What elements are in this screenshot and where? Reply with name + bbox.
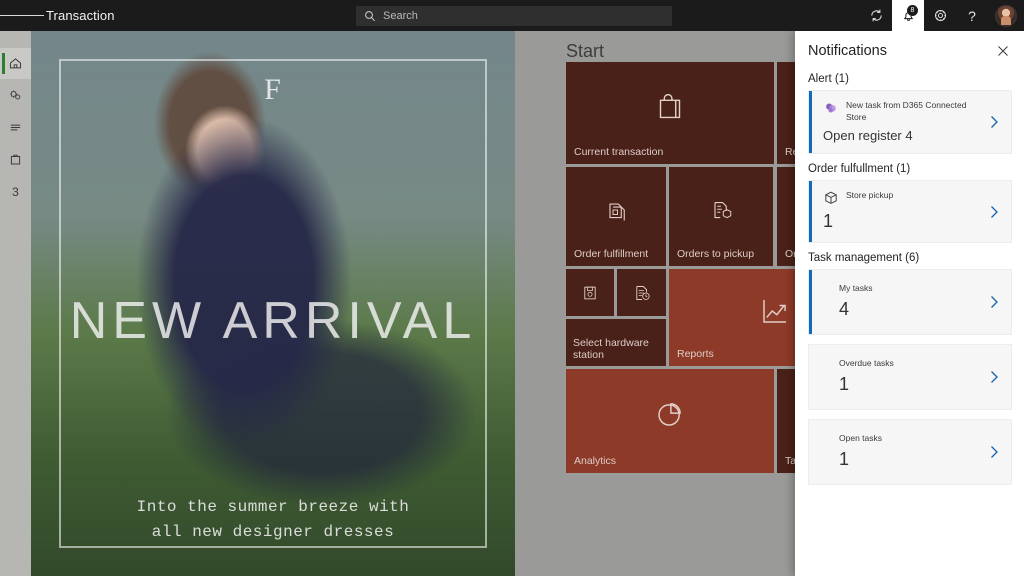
settings-gears-icon [8, 88, 23, 103]
notifications-body: Alert (1) New task from D365 Connected S… [795, 73, 1024, 502]
promo-subtitle: Into the summer breeze with all new desi… [61, 495, 485, 545]
help-button[interactable]: ? [956, 0, 988, 31]
notifications-badge: 8 [907, 5, 918, 16]
count-badge: 3 [12, 184, 19, 199]
package-box-icon [823, 190, 839, 206]
settings-button[interactable] [924, 0, 956, 31]
gear-icon [933, 8, 948, 23]
tile-current-transaction[interactable]: Current transaction [566, 62, 774, 164]
notification-card-my-tasks[interactable]: My tasks 4 [808, 269, 1012, 335]
avatar [995, 4, 1017, 27]
chevron-right-icon[interactable] [986, 444, 1002, 460]
notification-card-overdue-tasks[interactable]: Overdue tasks 1 [808, 344, 1012, 410]
top-bar-actions: 8 ? [860, 0, 1024, 31]
pie-chart-icon [566, 369, 774, 459]
card-subtitle: New task from D365 Connected Store [846, 100, 967, 122]
shopping-bag-icon [566, 62, 774, 150]
notifications-header: Notifications [795, 31, 1024, 65]
card-value: Open register 4 [823, 128, 913, 143]
search-icon [364, 10, 376, 22]
document-package-icon [669, 167, 773, 252]
refresh-button[interactable] [860, 0, 892, 31]
tile-order-fulfillment[interactable]: Order fulfillment [566, 167, 666, 266]
left-navigation-rail: 3 [0, 31, 31, 576]
rail-item-home[interactable] [0, 48, 31, 79]
refresh-icon [869, 8, 884, 23]
rail-item-operations[interactable] [0, 80, 31, 111]
rail-item-inventory[interactable] [0, 144, 31, 175]
group-title-alert: Alert (1) [808, 73, 849, 85]
card-head: Store pickup [823, 189, 981, 206]
tile-time-registration[interactable] [617, 269, 666, 316]
search-input[interactable] [383, 10, 664, 22]
rail-item-lists[interactable] [0, 112, 31, 143]
promotional-banner: F NEW ARRIVAL Into the summer breeze wit… [31, 31, 515, 576]
tile-label: Current transaction [574, 146, 664, 158]
hamburger-icon[interactable] [0, 0, 45, 31]
promo-subtitle-line2: all new designer dresses [151, 523, 395, 541]
cash-drawer-icon [566, 269, 614, 316]
search-box[interactable] [356, 6, 672, 26]
card-subtitle: Store pickup [846, 190, 894, 200]
tile-cash-drawer[interactable] [566, 269, 614, 316]
chevron-right-icon[interactable] [986, 114, 1002, 130]
chevron-right-icon[interactable] [986, 294, 1002, 310]
chevron-right-icon[interactable] [986, 369, 1002, 385]
d365-connected-store-icon [823, 100, 839, 116]
tile-label: Reports [677, 348, 714, 360]
chevron-right-icon[interactable] [986, 204, 1002, 220]
list-lines-icon [8, 120, 23, 135]
rail-item-count[interactable]: 3 [0, 176, 31, 207]
pos-application: Transaction Search 8 ? 3 F NEW ARRIVAL I… [0, 0, 1024, 576]
promo-subtitle-line1: Into the summer breeze with [136, 498, 410, 516]
brand-logo: F [264, 73, 282, 106]
top-bar: Transaction Search 8 ? [0, 0, 1024, 31]
notifications-button[interactable]: 8 [892, 0, 924, 31]
page-title: Transaction [46, 8, 115, 23]
group-title-order-fulfillment: Order fulfullment (1) [808, 163, 911, 175]
document-copy-icon [566, 167, 666, 252]
card-head: New task from D365 Connected Store [823, 99, 981, 123]
tile-label: Analytics [574, 455, 617, 467]
card-value: 1 [839, 374, 850, 394]
group-title-task-management: Task management (6) [808, 252, 920, 264]
document-clock-icon [617, 269, 666, 316]
tile-select-hardware-station[interactable]: Select hardware station [566, 319, 666, 366]
tile-analytics[interactable]: Analytics [566, 369, 774, 473]
promo-headline: NEW ARRIVAL [69, 292, 477, 350]
user-account-button[interactable] [988, 0, 1024, 31]
card-value: 1 [823, 211, 834, 231]
notifications-title: Notifications [808, 43, 887, 59]
card-subtitle: My tasks [839, 283, 873, 293]
notifications-panel: Notifications Alert (1) New task from D3… [795, 31, 1024, 576]
card-subtitle: Overdue tasks [839, 358, 894, 368]
notification-card-alert[interactable]: New task from D365 Connected Store Open … [808, 90, 1012, 154]
help-icon: ? [968, 7, 976, 24]
briefcase-icon [8, 152, 23, 167]
tile-orders-to-pickup[interactable]: Orders to pickup [669, 167, 773, 266]
notification-card-open-tasks[interactable]: Open tasks 1 [808, 419, 1012, 485]
card-value: 4 [839, 299, 850, 319]
close-icon[interactable] [994, 43, 1012, 59]
card-subtitle: Open tasks [839, 433, 882, 443]
notification-card-store-pickup[interactable]: Store pickup 1 [808, 180, 1012, 243]
home-icon [8, 56, 23, 71]
card-value: 1 [839, 449, 850, 469]
start-title: Start [566, 41, 605, 61]
tile-label: Select hardware station [573, 337, 649, 361]
tile-label: Orders to pickup [677, 248, 755, 260]
tile-label: Order fulfillment [574, 248, 649, 260]
